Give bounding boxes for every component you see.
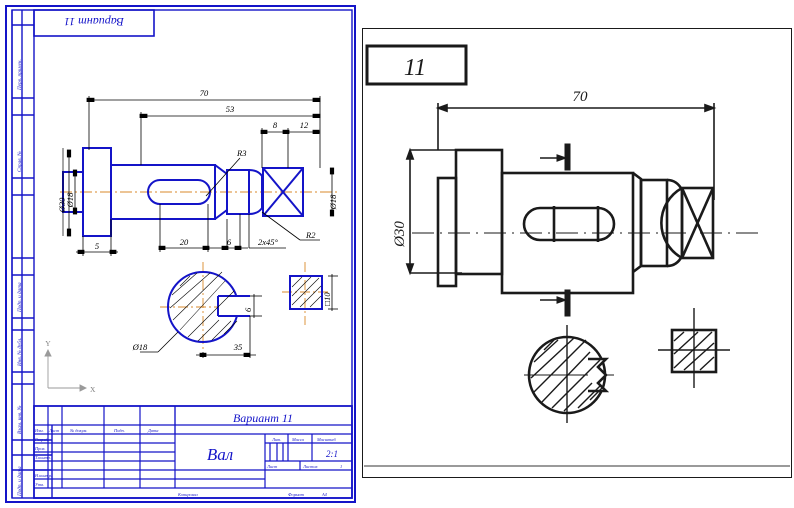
dim-length-12: 12 — [300, 120, 309, 130]
screenshot-root: Перв. примен. Справ. № Подп. и дата Инв.… — [0, 0, 794, 508]
variant-header-box: Вариант 11 — [33, 9, 155, 37]
tb-role-razrab: Разраб. — [34, 437, 49, 442]
scan-dim-70-label: 70 — [573, 89, 589, 105]
variant-header-label: Вариант 11 — [64, 15, 124, 29]
tb-head-list: Лист — [48, 428, 59, 433]
tb-role-nkontr: Н.контр. — [34, 473, 52, 478]
dim-dia-mid: Ø18 — [65, 192, 75, 208]
margin-label-4: Взам. инв. № — [17, 405, 23, 434]
scanned-reference-svg: 11 70 Ø30 — [362, 28, 792, 478]
tb-format-value: А4 — [321, 492, 328, 497]
tb-head-podp: Подп. — [113, 428, 125, 433]
margin-label-5: Подп. и дата — [16, 466, 23, 497]
dim-keyway-20: 20 — [180, 237, 189, 247]
tb-head-izm: Изм. — [34, 428, 44, 433]
section-square: □10 — [282, 262, 338, 325]
tb-role-tkontr: Т.контр. — [35, 455, 51, 460]
tb-part-name: Вал — [207, 445, 233, 464]
tb-variant-cell: Вариант 11 — [233, 411, 293, 425]
tb-role-utv: Утв. — [35, 482, 44, 487]
dim-dia-right: Ø18 — [328, 194, 338, 210]
dim-keyway-6: 6 — [227, 237, 232, 247]
section-round-keyway: Ø18 6 35 — [132, 262, 262, 358]
dim-chamfer: 2x45° — [258, 237, 279, 247]
dim-length-53: 53 — [226, 104, 235, 114]
dim-radius-r2: R2 — [305, 230, 316, 240]
scanned-reference-sheet[interactable]: 11 70 Ø30 — [362, 28, 792, 478]
tb-head-data: Дата — [147, 428, 159, 433]
tb-copy-label: Копировал — [177, 492, 198, 497]
tb-lit-label: Лит. — [271, 437, 282, 442]
tb-scale-value: 2:1 — [326, 449, 338, 459]
dim-length-8: 8 — [273, 120, 278, 130]
axis-label-x: X — [90, 385, 96, 394]
tb-sheets-value: 1 — [340, 464, 342, 469]
cad-drawing-svg: Перв. примен. Справ. № Подп. и дата Инв.… — [5, 5, 356, 503]
cad-drawing-canvas[interactable]: Перв. примен. Справ. № Подп. и дата Инв.… — [0, 0, 360, 508]
scan-dim-dia-label: Ø30 — [392, 221, 408, 248]
dim-length-5: 5 — [95, 241, 99, 251]
margin-label-2: Подп. и дата — [16, 282, 23, 313]
tb-head-docum: № докум. — [69, 428, 87, 433]
dim-length-70: 70 — [200, 88, 209, 98]
section-dia-label: Ø18 — [132, 342, 148, 352]
tb-role-prov: Пров. — [34, 446, 46, 451]
tb-mass-label: Масса — [291, 437, 305, 442]
tb-format-label: Формат — [288, 492, 304, 497]
section-position-label: 35 — [233, 342, 243, 352]
margin-label-3: Инв. № дубл. — [16, 338, 23, 367]
tb-scale-label: Масштаб — [316, 437, 336, 442]
tb-sheets-label: Листов — [302, 464, 317, 469]
coordinate-axis-indicator — [44, 348, 88, 392]
margin-label-1: Справ. № — [17, 151, 23, 172]
scan-variant-number: 11 — [404, 55, 426, 81]
dimension-lines — [66, 96, 335, 256]
axis-label-y: Y — [45, 339, 51, 348]
dim-radius-r3: R3 — [236, 148, 246, 158]
margin-label-0: Перв. примен. — [17, 59, 23, 91]
tb-sheet-label: Лист — [266, 464, 277, 469]
title-block[interactable] — [33, 405, 353, 499]
section-square-label: □10 — [322, 292, 332, 306]
